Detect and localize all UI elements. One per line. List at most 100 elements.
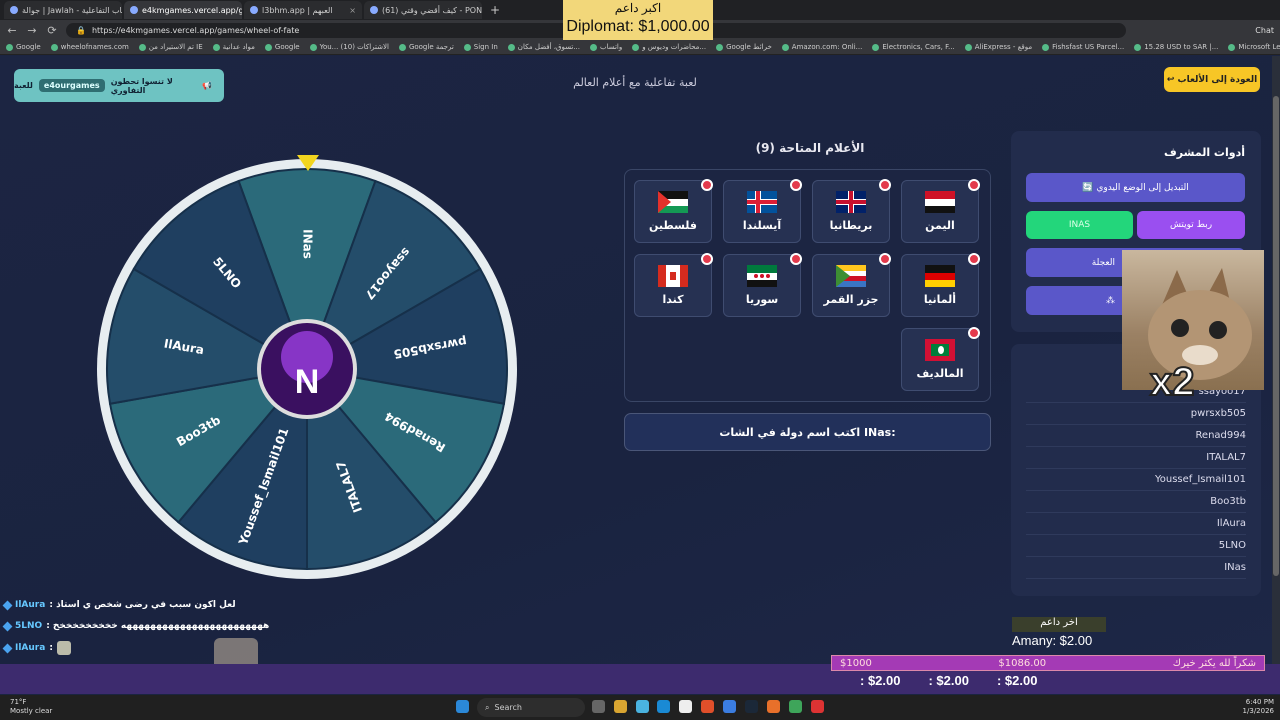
flag-mv-icon bbox=[925, 339, 955, 361]
flag-card-gb[interactable]: بريطانيا bbox=[812, 179, 891, 243]
bookmark-item[interactable]: تم الاستيراد من IE bbox=[138, 43, 203, 51]
bookmark-item[interactable]: تسوق، أفضل مكان... bbox=[507, 43, 580, 51]
bookmark-item[interactable]: AliExpress - موقع bbox=[964, 43, 1032, 51]
chat-message: : لعل اكون سبب في رضى شخص ي استاذ bbox=[49, 600, 236, 610]
remove-flag-icon[interactable] bbox=[790, 179, 802, 191]
chat-user: IlAura bbox=[15, 600, 46, 610]
back-to-games-button[interactable]: ↩ العودة إلى الألعاب bbox=[1164, 67, 1260, 92]
chat-message: : ههههههههههههههههههههههههه خخخخخخخخخخ bbox=[46, 621, 270, 631]
wheel-of-fate[interactable]: INasssayoo17pwrsxb505Renad994ITALAL7Yous… bbox=[95, 157, 519, 581]
bookmark-item[interactable]: Google ترجمة bbox=[398, 43, 454, 51]
bookmark-item[interactable]: Google خرائط bbox=[716, 43, 772, 51]
flag-card-de[interactable]: ألمانيا bbox=[901, 253, 980, 317]
flag-card-sy[interactable]: سوريا bbox=[723, 253, 802, 317]
player-row: 5LNO bbox=[1026, 535, 1246, 557]
chat-line: IlAura: bbox=[2, 641, 71, 655]
page-scrollbar[interactable] bbox=[1272, 56, 1280, 664]
forward-arrow-icon[interactable]: → bbox=[26, 24, 38, 37]
player-row: INas bbox=[1026, 557, 1246, 579]
remove-flag-icon[interactable] bbox=[879, 253, 891, 265]
instruction-box: اكتب اسم دولة في الشات INas: bbox=[624, 413, 991, 451]
app-icon[interactable] bbox=[767, 700, 780, 713]
bookmark-item[interactable]: Amazon.com: Onli... bbox=[781, 43, 863, 51]
back-arrow-icon[interactable]: ← bbox=[6, 24, 18, 37]
taskbar-search[interactable]: ⌕ Search bbox=[477, 698, 585, 717]
start-icon[interactable] bbox=[456, 700, 469, 713]
manual-mode-button[interactable]: 🔄 التبديل إلى الوضع اليدوي bbox=[1026, 173, 1245, 202]
bookmark-item[interactable]: Fishsfast US Parcel... bbox=[1042, 43, 1124, 51]
remove-flag-icon[interactable] bbox=[790, 253, 802, 265]
chat-button[interactable]: Chat bbox=[1255, 26, 1274, 35]
bookmark-item[interactable]: Microsoft Learning bbox=[1228, 43, 1280, 51]
bookmark-item[interactable]: محاضرات وديوس و... bbox=[632, 43, 706, 51]
bookmark-icon bbox=[964, 43, 972, 51]
bookmark-item[interactable]: wheelofnames.com bbox=[50, 43, 129, 51]
flag-name: بريطانيا bbox=[829, 219, 873, 232]
remove-flag-icon[interactable] bbox=[701, 253, 713, 265]
url-text: https://e4kmgames.vercel.app/games/wheel… bbox=[91, 25, 300, 35]
tip-amount: : $2.00 bbox=[928, 673, 969, 688]
system-clock[interactable]: 6:40 PM 1/3/2026 bbox=[1243, 698, 1274, 716]
flag-is-icon bbox=[747, 191, 777, 213]
app-icon[interactable] bbox=[723, 700, 736, 713]
clock-time: 6:40 PM bbox=[1245, 698, 1274, 706]
bookmark-icon bbox=[507, 43, 515, 51]
remove-flag-icon[interactable] bbox=[968, 253, 980, 265]
bookmark-icon bbox=[50, 43, 58, 51]
brave-icon[interactable] bbox=[701, 700, 714, 713]
bookmark-item[interactable]: 15.28 USD to SAR |... bbox=[1134, 43, 1218, 51]
bookmark-item[interactable]: Electronics, Cars, F... bbox=[872, 43, 955, 51]
app-icon[interactable] bbox=[636, 700, 649, 713]
tab-label: جوالة | Jawlah - منصة الألعاب التفاعلية bbox=[22, 5, 122, 15]
flag-card-is[interactable]: آيسلندا bbox=[723, 179, 802, 243]
steam-icon[interactable] bbox=[745, 700, 758, 713]
obs-icon[interactable] bbox=[811, 700, 824, 713]
app-icon[interactable] bbox=[789, 700, 802, 713]
weather-widget[interactable]: 71°F Mostly clear bbox=[10, 698, 52, 716]
prompt-user: INas: bbox=[863, 425, 896, 439]
flag-card-ps[interactable]: فلسطين bbox=[634, 179, 713, 243]
chat-line: 5LNO: ههههههههههههههههههههههههه خخخخخخخخ… bbox=[2, 621, 270, 631]
browser-tab[interactable]: l3bhm.app | العبهم × bbox=[244, 1, 362, 19]
flag-card-mv[interactable]: المالديف bbox=[901, 327, 980, 391]
bookmark-icon bbox=[212, 43, 220, 51]
flag-sy-icon bbox=[747, 265, 777, 287]
flag-card-ca[interactable]: كندا bbox=[634, 253, 713, 317]
browser-tab[interactable]: جوالة | Jawlah - منصة الألعاب التفاعلية× bbox=[4, 1, 122, 19]
flag-card-km[interactable]: جزر القمر bbox=[812, 253, 891, 317]
task-view-icon[interactable] bbox=[592, 700, 605, 713]
close-tab-icon[interactable]: × bbox=[349, 6, 356, 15]
tab-label: (61) كيف أقضي وقتي - PONPONI bbox=[382, 5, 482, 15]
tab-favicon-icon bbox=[250, 6, 258, 14]
bookmark-item[interactable]: You... (10) الاشتراكات bbox=[309, 43, 389, 51]
file-explorer-icon[interactable] bbox=[614, 700, 627, 713]
bookmark-label: مواد عدانية bbox=[222, 43, 255, 51]
browser-tab[interactable]: (61) كيف أقضي وقتي - PONPONI× bbox=[364, 1, 482, 19]
flag-name: المالديف bbox=[916, 367, 964, 380]
bookmark-item[interactable]: Google bbox=[264, 43, 300, 51]
edge-icon[interactable] bbox=[657, 700, 670, 713]
bookmark-item[interactable]: واتساب bbox=[590, 43, 622, 51]
bookmark-label: Amazon.com: Onli... bbox=[791, 43, 863, 51]
store-icon[interactable] bbox=[679, 700, 692, 713]
remove-flag-icon[interactable] bbox=[701, 179, 713, 191]
remove-flag-icon[interactable] bbox=[879, 179, 891, 191]
bookmark-label: Google ترجمة bbox=[408, 43, 454, 51]
bookmark-label: You... (10) الاشتراكات bbox=[319, 43, 389, 51]
goal-text: شكراً لله يكثر خيرك bbox=[1172, 657, 1256, 669]
remove-flag-icon[interactable] bbox=[968, 179, 980, 191]
bookmark-item[interactable]: Google bbox=[6, 43, 41, 51]
user-status-button[interactable]: INAS bbox=[1026, 211, 1133, 239]
reload-icon[interactable]: ⟳ bbox=[46, 24, 58, 37]
last-donor-title: اخر داعم bbox=[1012, 617, 1106, 632]
scrollbar-thumb[interactable] bbox=[1273, 96, 1279, 576]
flag-card-ye[interactable]: اليمن bbox=[901, 179, 980, 243]
twitch-connect-button[interactable]: ربط تويتش bbox=[1137, 211, 1245, 239]
flags-title: الأعلام المتاحة (9) bbox=[755, 141, 865, 155]
bookmark-item[interactable]: مواد عدانية bbox=[212, 43, 255, 51]
bookmark-item[interactable]: Sign In bbox=[463, 43, 498, 51]
player-row: pwrsxb505 bbox=[1026, 403, 1246, 425]
new-tab-icon[interactable]: + bbox=[484, 3, 506, 17]
remove-flag-icon[interactable] bbox=[968, 327, 980, 339]
browser-tab[interactable]: e4kmgames.vercel.app/games/wheel-of-fate… bbox=[124, 1, 242, 19]
